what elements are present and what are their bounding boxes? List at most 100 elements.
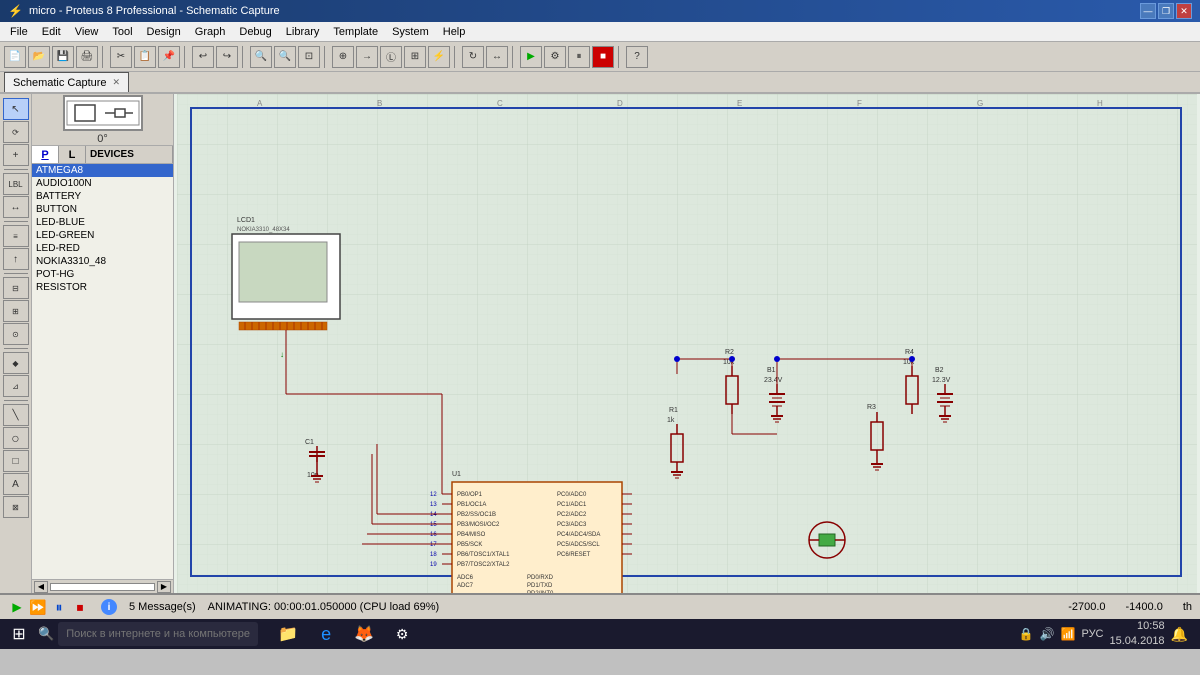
- draw-component-btn[interactable]: ⟳: [3, 121, 29, 143]
- restore-button[interactable]: ❐: [1158, 3, 1174, 19]
- rotate-btn[interactable]: ↻: [462, 46, 484, 68]
- tab-close-btn[interactable]: ✕: [113, 77, 121, 88]
- paste-btn[interactable]: 📌: [158, 46, 180, 68]
- junction-btn[interactable]: +: [3, 144, 29, 166]
- menu-system[interactable]: System: [386, 24, 435, 40]
- up-btn[interactable]: ↑: [3, 248, 29, 270]
- svg-text:LCD1: LCD1: [237, 217, 255, 224]
- taskbar-firefox-btn[interactable]: 🦊: [346, 619, 382, 649]
- stop-button[interactable]: ⏹: [71, 598, 89, 616]
- menu-library[interactable]: Library: [280, 24, 326, 40]
- line-btn[interactable]: ╲: [3, 404, 29, 426]
- redo-btn[interactable]: ↪: [216, 46, 238, 68]
- zoom-out-btn[interactable]: 🔍: [274, 46, 296, 68]
- start-button[interactable]: ⊞: [4, 619, 34, 649]
- label-btn[interactable]: Ⓛ: [380, 46, 402, 68]
- mirror-btn[interactable]: ↔: [486, 46, 508, 68]
- play-fast-button[interactable]: ⏩: [29, 598, 47, 616]
- text-btn[interactable]: A: [3, 473, 29, 495]
- schematic-tab[interactable]: Schematic Capture ✕: [4, 72, 129, 92]
- svg-text:ADC7: ADC7: [457, 583, 474, 589]
- component-item[interactable]: RESISTOR: [32, 281, 173, 294]
- open-btn[interactable]: 📂: [28, 46, 50, 68]
- stop-btn[interactable]: ■: [592, 46, 614, 68]
- new-btn[interactable]: 📄: [4, 46, 26, 68]
- scroll-right-btn[interactable]: ▶: [157, 581, 171, 593]
- sym-btn[interactable]: ⊠: [3, 496, 29, 518]
- circle-btn[interactable]: ○: [3, 427, 29, 449]
- resistor-btn[interactable]: ⊟: [3, 277, 29, 299]
- svg-text:PC6/RESET: PC6/RESET: [557, 552, 591, 558]
- svg-text:U1: U1: [452, 471, 461, 478]
- menu-design[interactable]: Design: [141, 24, 187, 40]
- title-bar: ⚡ micro - Proteus 8 Professional - Schem…: [0, 0, 1200, 22]
- menu-graph[interactable]: Graph: [189, 24, 232, 40]
- copy-btn[interactable]: 📋: [134, 46, 156, 68]
- probe-btn[interactable]: ◆: [3, 352, 29, 374]
- rotation-display: 0°: [97, 133, 108, 145]
- search-input[interactable]: [66, 628, 250, 640]
- print-btn[interactable]: 🖨: [76, 46, 98, 68]
- cut-btn[interactable]: ✂: [110, 46, 132, 68]
- menu-debug[interactable]: Debug: [233, 24, 277, 40]
- help-btn[interactable]: ?: [626, 46, 648, 68]
- pause-button[interactable]: ⏸: [50, 598, 68, 616]
- search-box[interactable]: [58, 622, 258, 646]
- component-item[interactable]: ATMEGA8: [32, 164, 173, 177]
- minimize-button[interactable]: —: [1140, 3, 1156, 19]
- component-item[interactable]: LED-BLUE: [32, 216, 173, 229]
- panel-tab-libs[interactable]: L: [59, 146, 86, 163]
- power-sym-btn[interactable]: ⊞: [3, 300, 29, 322]
- tab-bar: Schematic Capture ✕: [0, 72, 1200, 94]
- select-tool-btn[interactable]: ↖: [3, 98, 29, 120]
- component-item[interactable]: AUDIO100N: [32, 177, 173, 190]
- component-item[interactable]: POT-HG: [32, 268, 173, 281]
- sep1: [102, 46, 106, 68]
- svg-text:PC3/ADC3: PC3/ADC3: [557, 522, 587, 528]
- svg-text:↓: ↓: [280, 350, 284, 359]
- svg-text:B1: B1: [767, 367, 776, 374]
- menu-edit[interactable]: Edit: [36, 24, 67, 40]
- component-item[interactable]: NOKIA3310_48: [32, 255, 173, 268]
- scroll-left-btn[interactable]: ◀: [34, 581, 48, 593]
- taskbar-explorer-btn[interactable]: 📁: [270, 619, 306, 649]
- menu-view[interactable]: View: [69, 24, 105, 40]
- zoom-fit-btn[interactable]: ⊡: [298, 46, 320, 68]
- menu-help[interactable]: Help: [437, 24, 472, 40]
- run-btn[interactable]: ▶: [520, 46, 542, 68]
- menu-file[interactable]: File: [4, 24, 34, 40]
- taskbar-special-btn[interactable]: ⚙: [384, 619, 420, 649]
- menu-tool[interactable]: Tool: [106, 24, 138, 40]
- component-item[interactable]: BATTERY: [32, 190, 173, 203]
- rect-btn[interactable]: □: [3, 450, 29, 472]
- title-bar-left: ⚡ micro - Proteus 8 Professional - Schem…: [8, 4, 280, 18]
- debug-run-btn[interactable]: ⚙: [544, 46, 566, 68]
- zoom-in-btn[interactable]: 🔍: [250, 46, 272, 68]
- wire-btn[interactable]: →: [356, 46, 378, 68]
- power-btn[interactable]: ⚡: [428, 46, 450, 68]
- play-button[interactable]: ▶: [8, 598, 26, 616]
- close-button[interactable]: ✕: [1176, 3, 1192, 19]
- component-item[interactable]: BUTTON: [32, 203, 173, 216]
- component-item[interactable]: LED-GREEN: [32, 229, 173, 242]
- bus-btn[interactable]: ⊞: [404, 46, 426, 68]
- schematic-canvas[interactable]: A B C D E F G H LCD1 NOKIA3310_48X34: [174, 94, 1200, 593]
- svg-text:NOKIA3310_48X34: NOKIA3310_48X34: [237, 227, 290, 233]
- panel-tab-parts[interactable]: P: [32, 146, 59, 163]
- component-btn[interactable]: ⊕: [332, 46, 354, 68]
- lbl-btn[interactable]: LBL: [3, 173, 29, 195]
- undo-btn[interactable]: ↩: [192, 46, 214, 68]
- lt-sep3: [4, 273, 28, 274]
- scrollbar-track[interactable]: [50, 583, 155, 591]
- pause-btn[interactable]: ⏸: [568, 46, 590, 68]
- wire-draw-btn[interactable]: ≡: [3, 225, 29, 247]
- menu-template[interactable]: Template: [327, 24, 384, 40]
- panel-scrollbar[interactable]: ◀ ▶: [32, 579, 173, 593]
- cursor-btn[interactable]: ⊿: [3, 375, 29, 397]
- taskbar-edge-btn[interactable]: e: [308, 619, 344, 649]
- component-list[interactable]: ATMEGA8AUDIO100NBATTERYBUTTONLED-BLUELED…: [32, 164, 173, 579]
- left-arrow-btn[interactable]: ↔: [3, 196, 29, 218]
- component-item[interactable]: LED-RED: [32, 242, 173, 255]
- gen-btn[interactable]: ⊙: [3, 323, 29, 345]
- save-btn[interactable]: 💾: [52, 46, 74, 68]
